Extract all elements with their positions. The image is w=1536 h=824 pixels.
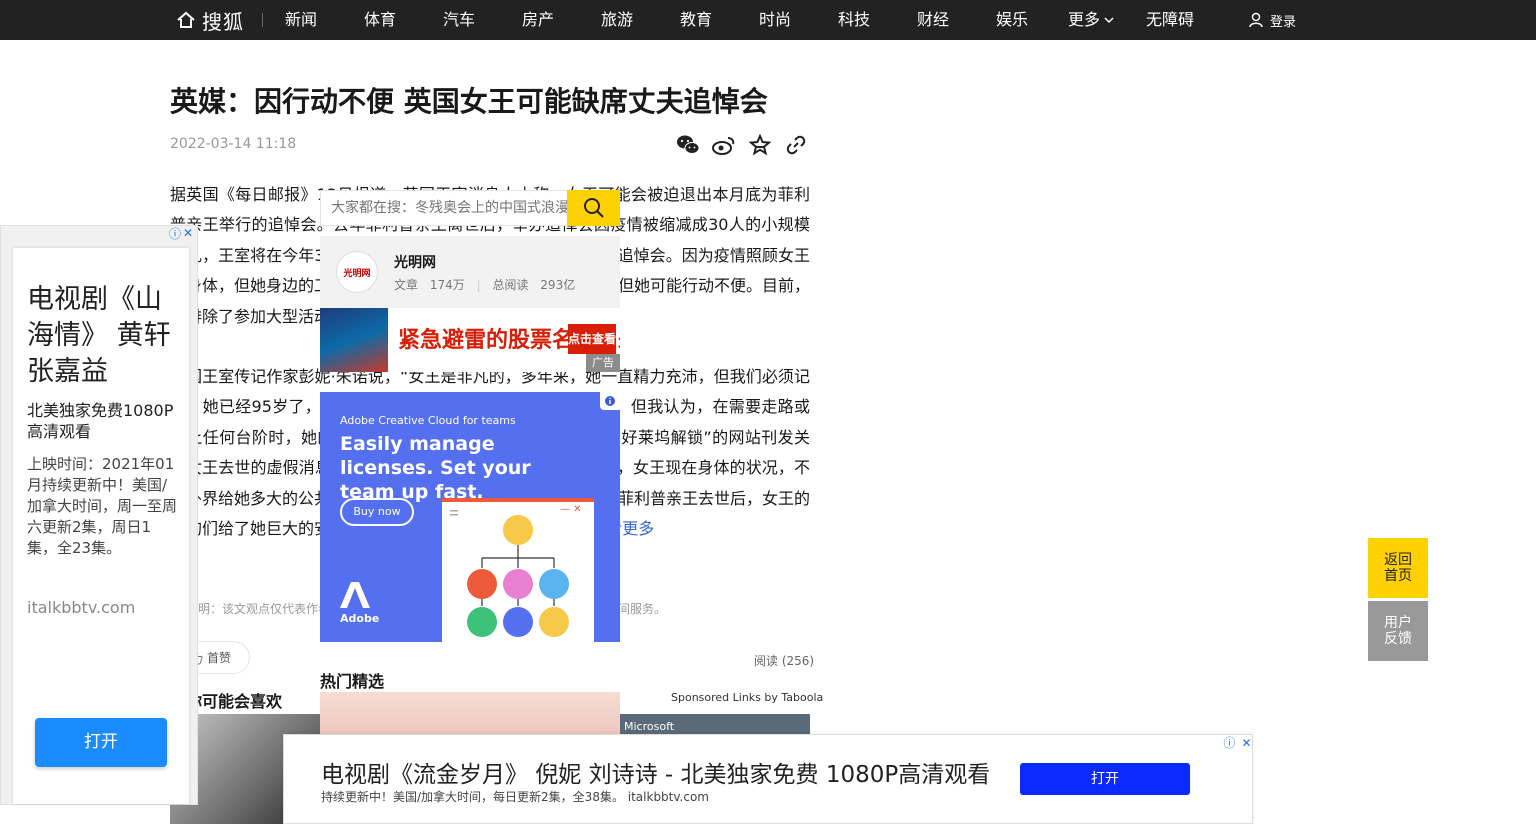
- adchoices-controls: ⓘ ✕: [1222, 735, 1254, 751]
- nav-more-label: 更多: [1068, 10, 1101, 29]
- wechat-share-button[interactable]: [676, 133, 700, 157]
- nav-item-fashion[interactable]: 时尚: [759, 0, 791, 40]
- nav-item-entertainment[interactable]: 娱乐: [996, 0, 1028, 40]
- nav-item-auto[interactable]: 汽车: [443, 0, 475, 40]
- author-card[interactable]: 光明网 光明网 文章 174万 | 总阅读 293亿: [320, 236, 620, 308]
- ad-info-icon[interactable]: ⓘ: [169, 225, 181, 242]
- nav-item-tech[interactable]: 科技: [838, 0, 870, 40]
- user-feedback-label: 用户反馈: [1384, 615, 1412, 647]
- buy-now-button[interactable]: Buy now: [340, 498, 414, 526]
- side-ad-open-button[interactable]: 打开: [35, 718, 167, 767]
- author-stats: 文章 174万 | 总阅读 293亿: [394, 276, 575, 293]
- home-icon: [177, 11, 195, 28]
- read-count: 阅读 (256): [754, 654, 815, 668]
- like-label: 首赞: [206, 651, 231, 665]
- adchoices-controls: ⓘ ✕: [169, 225, 199, 242]
- search-icon: [583, 198, 604, 218]
- taboola-sponsored-label[interactable]: Sponsored Links by Taboola: [671, 691, 823, 704]
- search-box: [320, 190, 620, 226]
- microsoft-label: Microsoft: [624, 720, 675, 733]
- login-label: 登录: [1270, 14, 1297, 30]
- weibo-share-button[interactable]: [712, 133, 736, 157]
- side-ad-card[interactable]: 电视剧《山海情》 黄轩 张嘉益 北美独家免费1080P高清观看 上映时间：202…: [13, 248, 189, 804]
- share-toolbar: [676, 133, 808, 157]
- author-name[interactable]: 光明网: [394, 252, 436, 272]
- nav-item-realestate[interactable]: 房产: [522, 0, 554, 40]
- stock-ad-image: [320, 308, 388, 372]
- hot-picks-heading: 热门精选: [320, 672, 385, 691]
- top-nav: 搜狐 新闻 体育 汽车 房产 旅游 教育 时尚 科技 财经 娱乐 更多 无障碍 …: [0, 0, 1536, 40]
- nav-divider: [262, 13, 263, 27]
- ad-info-icon[interactable]: [600, 392, 620, 410]
- stock-ad-banner[interactable]: 紧急避雷的股票名单出来了 点击查看 广告: [320, 308, 620, 372]
- nav-accessibility[interactable]: 无障碍: [1146, 0, 1194, 40]
- login-button[interactable]: 登录: [1248, 10, 1296, 30]
- org-chart-illustration: — ✕: [442, 498, 594, 642]
- adobe-logo-icon: [340, 582, 370, 608]
- adobe-ad[interactable]: Adobe Creative Cloud for teams Easily ma…: [320, 392, 620, 642]
- close-icon[interactable]: ✕: [183, 226, 193, 240]
- link-icon: [786, 135, 806, 155]
- reads-count: 293亿: [540, 278, 576, 292]
- nav-item-travel[interactable]: 旅游: [601, 0, 633, 40]
- nav-item-news[interactable]: 新闻: [285, 0, 317, 40]
- search-input[interactable]: [321, 191, 567, 225]
- user-feedback-button[interactable]: 用户反馈: [1368, 601, 1428, 661]
- articles-count: 174万: [429, 278, 465, 292]
- adobe-headline: Easily manage licenses. Set your team up…: [340, 433, 531, 503]
- copy-link-button[interactable]: [784, 133, 808, 157]
- may-like-heading: 你可能会喜欢: [186, 692, 283, 711]
- favorite-button[interactable]: [748, 133, 772, 157]
- nav-more[interactable]: 更多: [1068, 0, 1114, 40]
- adobe-brand: Adobe Creative Cloud for teams: [340, 414, 516, 427]
- articles-label: 文章: [394, 278, 419, 292]
- star-icon: [749, 134, 771, 156]
- ad-tag: 广告: [586, 354, 620, 372]
- nav-item-sports[interactable]: 体育: [364, 0, 396, 40]
- back-to-home-button[interactable]: 返回首页: [1368, 538, 1428, 598]
- side-ad-url: italkbbtv.com: [27, 598, 136, 617]
- back-to-home-label: 返回首页: [1384, 552, 1412, 584]
- close-icon[interactable]: ✕: [1239, 735, 1254, 750]
- article-title: 英媒：因行动不便 英国女王可能缺席丈夫追悼会: [170, 85, 768, 118]
- side-ad-title: 电视剧《山海情》 黄轩 张嘉益: [27, 284, 171, 387]
- chevron-down-icon: [1104, 17, 1114, 24]
- side-ad-description: 上映时间：2021年01月持续更新中！美国/加拿大时间，周一至周六更新2集，周日…: [27, 455, 178, 557]
- bottom-ad-description: 持续更新中！美国/加拿大时间，每日更新2集，全38集。 italkbbtv.co…: [321, 790, 709, 804]
- author-avatar[interactable]: 光明网: [336, 251, 378, 293]
- bottom-sticky-ad[interactable]: ⓘ ✕ 电视剧《流金岁月》 倪妮 刘诗诗 - 北美独家免费 1080P高清观看 …: [283, 734, 1253, 824]
- side-ad[interactable]: ⓘ ✕ 电视剧《山海情》 黄轩 张嘉益 北美独家免费1080P高清观看 上映时间…: [0, 225, 198, 805]
- bottom-ad-title: 电视剧《流金岁月》 倪妮 刘诗诗 - 北美独家免费 1080P高清观看: [321, 762, 991, 788]
- weibo-icon: [712, 137, 735, 155]
- wechat-icon: [677, 135, 700, 154]
- adobe-logo-text: Adobe: [340, 612, 380, 625]
- reads-label: 总阅读: [492, 278, 529, 292]
- sohu-logo[interactable]: 搜狐: [176, 8, 244, 34]
- logo-text: 搜狐: [202, 9, 244, 34]
- stock-ad-cta[interactable]: 点击查看: [568, 324, 616, 354]
- bottom-ad-open-button[interactable]: 打开: [1020, 763, 1190, 795]
- article-datetime: 2022-03-14 11:18: [170, 136, 297, 152]
- stats-divider: |: [476, 278, 481, 292]
- svg-text:— ✕: — ✕: [560, 504, 582, 515]
- side-ad-subtitle: 北美独家免费1080P高清观看: [27, 401, 174, 441]
- user-icon: [1249, 12, 1263, 28]
- ad-info-icon[interactable]: ⓘ: [1222, 735, 1237, 750]
- nav-item-education[interactable]: 教育: [680, 0, 712, 40]
- search-button[interactable]: [567, 190, 620, 226]
- nav-item-finance[interactable]: 财经: [917, 0, 949, 40]
